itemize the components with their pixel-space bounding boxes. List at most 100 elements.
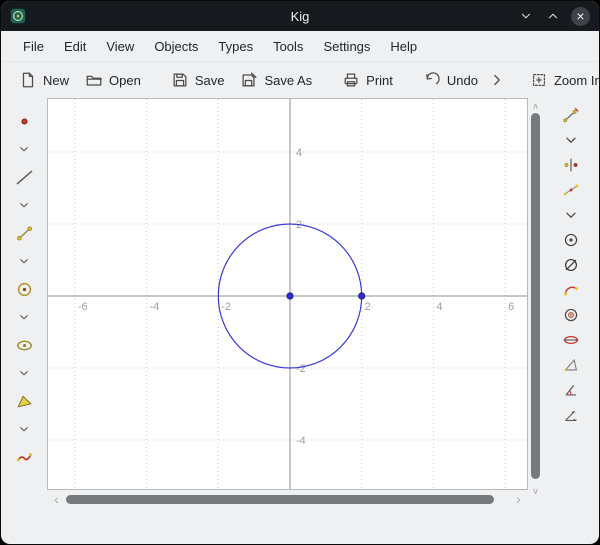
scroll-up-icon[interactable]: ∧ [532,101,539,111]
conic-tool-icon [15,336,34,355]
menu-objects[interactable]: Objects [144,31,208,61]
x-tick-label: -2 [221,301,231,313]
menu-file[interactable]: File [13,31,54,61]
save-button[interactable]: Save [163,66,233,94]
vertical-scrollbar[interactable]: ∧ ∨ [528,98,543,498]
polygon-tool-icon [15,392,34,411]
vector-angle-tool-button[interactable] [558,406,584,424]
toolbar-button-label: Save [195,73,225,88]
h-scroll-thumb[interactable] [66,495,494,504]
right-tool-expander[interactable] [558,131,584,149]
chevron-down-icon [16,366,32,380]
x-tick-label: -6 [78,301,88,313]
toolbar-overflow-button[interactable] [486,66,508,94]
canvas-area[interactable]: -6-4-224642-2-4 [47,98,528,490]
save-as-icon [240,71,258,89]
perp-tool-button[interactable] [558,156,584,174]
circle-point-tool-button[interactable] [558,306,584,324]
angle-tool-icon [562,381,580,399]
scroll-right-icon[interactable]: › [512,492,525,506]
new-button[interactable]: New [11,66,77,94]
left-tool-expander[interactable] [11,194,37,216]
polygon-tool-button[interactable] [11,390,37,412]
y-tick-label: 4 [296,147,302,159]
scroll-left-icon[interactable]: ‹ [50,492,63,506]
left-toolbar [1,98,47,544]
titlebar: Kig × [1,1,599,31]
maximize-button[interactable] [544,7,562,25]
v-scroll-track[interactable] [531,112,540,485]
h-scroll-track[interactable] [65,495,510,504]
circle-tool-button[interactable] [11,278,37,300]
circle-point-tool-icon [562,306,580,324]
chevron-down-icon [16,310,32,324]
conic-tool-button[interactable] [11,334,37,356]
segment-tool-button[interactable] [11,222,37,244]
chevron-down-icon [16,198,32,212]
status-area [47,508,528,544]
menu-tools[interactable]: Tools [263,31,313,61]
x-tick-label: 2 [365,301,371,313]
point-object[interactable] [287,293,293,299]
perp-tool-icon [562,156,580,174]
midpoint-tool-button[interactable] [558,181,584,199]
triangle-test-tool-button[interactable] [558,356,584,374]
toolbar: NewOpen Save Save As Print Undo Zoom In [1,61,599,98]
folder-open-icon [85,71,103,89]
triangle-test-tool-icon [562,356,580,374]
right-tool-expander[interactable] [558,206,584,224]
zoom-in-button[interactable]: Zoom In [522,66,600,94]
kig-app-icon [10,8,26,24]
printer-icon [342,71,360,89]
left-tool-expander[interactable] [11,250,37,272]
transform-tool-icon [15,448,34,467]
left-tool-expander[interactable] [11,306,37,328]
hide-tool-button[interactable] [558,256,584,274]
open-button[interactable]: Open [77,66,149,94]
minimize-button[interactable] [517,7,535,25]
menubar: FileEditViewObjectsTypesToolsSettingsHel… [1,31,599,61]
menu-settings[interactable]: Settings [313,31,380,61]
close-button[interactable]: × [571,7,590,26]
arc-tool-icon [562,281,580,299]
toolbar-button-label: Zoom In [554,73,600,88]
vector-angle-tool-icon [562,406,580,424]
left-tool-expander[interactable] [11,138,37,160]
undo-icon [423,71,441,89]
doc-new-icon [19,71,37,89]
horizontal-scrollbar[interactable]: ‹ › [47,490,528,508]
transform-tool-button[interactable] [11,446,37,468]
seg-mark-tool-icon [562,106,580,124]
hide-tool-icon [562,256,580,274]
chevron-down-icon [16,422,32,436]
menu-view[interactable]: View [96,31,144,61]
window-title: Kig [1,9,599,24]
point-object[interactable] [359,293,365,299]
angle-tool-button[interactable] [558,381,584,399]
chevron-right-icon [488,71,506,89]
conic-line-tool-icon [562,331,580,349]
menu-types[interactable]: Types [208,31,263,61]
left-tool-expander[interactable] [11,362,37,384]
conic-line-tool-button[interactable] [558,331,584,349]
geometry-canvas[interactable]: -6-4-224642-2-4 [48,99,527,489]
maximize-icon [546,9,560,23]
v-scroll-thumb[interactable] [531,113,540,479]
seg-mark-tool-button[interactable] [558,106,584,124]
print-button[interactable]: Print [334,66,401,94]
menu-edit[interactable]: Edit [54,31,96,61]
circle-center-tool-button[interactable] [558,231,584,249]
chevron-down-icon [562,131,580,149]
left-tool-expander[interactable] [11,418,37,440]
chevron-down-icon [16,254,32,268]
point-tool-button[interactable] [11,110,37,132]
minimize-icon [519,9,533,23]
save-as-button[interactable]: Save As [232,66,320,94]
menu-help[interactable]: Help [380,31,427,61]
undo-button[interactable]: Undo [415,66,486,94]
arc-tool-button[interactable] [558,281,584,299]
y-tick-label: -2 [296,363,306,375]
scroll-down-icon[interactable]: ∨ [532,486,539,496]
line-tool-icon [15,168,34,187]
line-tool-button[interactable] [11,166,37,188]
